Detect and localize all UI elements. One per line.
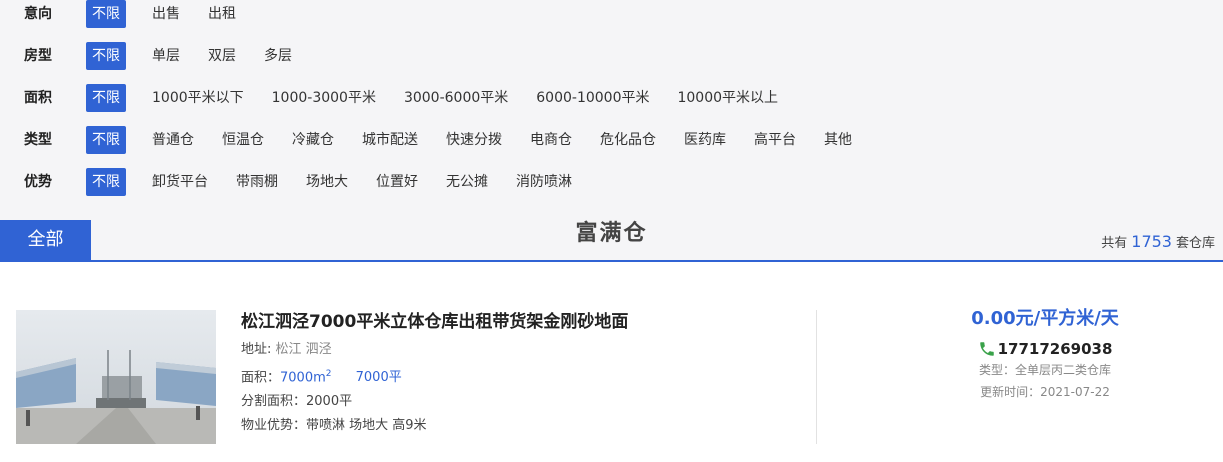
filter-label: 面积 [24, 90, 52, 106]
filter-option[interactable]: 危化品仓 [600, 126, 656, 154]
filter-option[interactable]: 城市配送 [362, 126, 418, 154]
area-unit-sup: 2 [325, 369, 332, 379]
listing-title[interactable]: 松江泗泾7000平米立体仓库出租带货架金刚砂地面 [241, 310, 628, 334]
advantages-value: 带喷淋 场地大 高9米 [306, 418, 427, 434]
filter-option[interactable]: 高平台 [754, 126, 796, 154]
listing-updated: 更新时间：2021-07-22 [980, 385, 1110, 399]
filter-label: 意向 [24, 6, 52, 22]
filter-option[interactable]: 恒温仓 [222, 126, 264, 154]
area-alt: 7000平 [355, 370, 402, 386]
filter-option[interactable]: 无公摊 [446, 168, 488, 196]
filter-option[interactable]: 单层 [152, 42, 180, 70]
area-value: 7000m [280, 370, 326, 386]
filter-option-any[interactable]: 不限 [86, 126, 126, 154]
count-number: 1753 [1131, 232, 1172, 251]
listing-advantages: 物业优势：带喷淋 场地大 高9米 [241, 418, 427, 434]
filter-option[interactable]: 冷藏仓 [292, 126, 334, 154]
count-prefix: 共有 [1101, 236, 1128, 251]
filter-row-type: 类型 不限 普通仓 恒温仓 冷藏仓 城市配送 快速分拨 电商仓 危化品仓 医药库… [0, 126, 1223, 154]
count-suffix: 套仓库 [1175, 236, 1215, 251]
filter-row-advantage: 优势 不限 卸货平台 带雨棚 场地大 位置好 无公摊 消防喷淋 [0, 168, 1223, 196]
filter-label: 优势 [24, 174, 52, 190]
address-value: 松江 泗泾 [275, 342, 332, 357]
filter-row-intent: 意向 不限 出售 出租 [0, 0, 1223, 28]
phone-number: 17717269038 [997, 340, 1113, 358]
result-count: 共有 1753 套仓库 [1101, 232, 1215, 251]
filter-option[interactable]: 3000-6000平米 [404, 84, 508, 112]
filter-option[interactable]: 场地大 [306, 168, 348, 196]
listing-card[interactable]: 松江泗泾7000平米立体仓库出租带货架金刚砂地面 地址: 松江 泗泾 面积：70… [0, 262, 1223, 462]
divider [816, 310, 817, 444]
filter-option[interactable]: 普通仓 [152, 126, 194, 154]
filter-row-area: 面积 不限 1000平米以下 1000-3000平米 3000-6000平米 6… [0, 84, 1223, 112]
filter-option[interactable]: 位置好 [376, 168, 418, 196]
filter-option-any[interactable]: 不限 [86, 0, 126, 28]
warehouse-photo-icon [16, 310, 216, 444]
filter-option-any[interactable]: 不限 [86, 42, 126, 70]
phone-icon [979, 342, 994, 356]
filter-option[interactable]: 10000平米以上 [677, 84, 778, 112]
listing-photo[interactable] [16, 310, 216, 444]
listing-area: 面积：7000m2 7000平 [241, 369, 402, 386]
listing-type: 类型：全单层丙二类仓库 [978, 363, 1111, 377]
filter-option[interactable]: 带雨棚 [236, 168, 278, 196]
filter-option[interactable]: 快速分拨 [446, 126, 502, 154]
brand-title: 富满仓 [575, 221, 648, 246]
filter-option[interactable]: 1000-3000平米 [272, 84, 376, 112]
listing-info: 松江泗泾7000平米立体仓库出租带货架金刚砂地面 地址: 松江 泗泾 面积：70… [241, 310, 628, 438]
filter-label: 房型 [24, 48, 52, 64]
filter-option[interactable]: 出售 [152, 0, 180, 28]
filter-option-any[interactable]: 不限 [86, 168, 126, 196]
filter-label: 类型 [24, 132, 52, 148]
listing-contact: 0.00元/平方米/天 17717269038 类型：全单层丙二类仓库 更新时间… [920, 306, 1170, 402]
filter-option[interactable]: 电商仓 [530, 126, 572, 154]
tab-all[interactable]: 全部 [0, 220, 91, 260]
filter-panel: 意向 不限 出售 出租 房型 不限 单层 双层 多层 面积 不限 1000平米以… [0, 0, 1223, 220]
filter-option[interactable]: 多层 [264, 42, 292, 70]
filter-option[interactable]: 双层 [208, 42, 236, 70]
split-area-value: 2000平 [306, 394, 353, 410]
results-tabbar: 全部 富满仓 共有 1753 套仓库 [0, 220, 1223, 262]
listing-price: 0.00元/平方米/天 [971, 308, 1119, 329]
listing-split-area: 分割面积：2000平 [241, 394, 353, 410]
listing-address: 地址: 松江 泗泾 [241, 342, 332, 357]
filter-option[interactable]: 医药库 [684, 126, 726, 154]
filter-option[interactable]: 6000-10000平米 [536, 84, 649, 112]
filter-option[interactable]: 消防喷淋 [516, 168, 572, 196]
filter-option[interactable]: 1000平米以下 [152, 84, 244, 112]
filter-option[interactable]: 其他 [824, 126, 852, 154]
filter-option[interactable]: 卸货平台 [152, 168, 208, 196]
listing-phone[interactable]: 17717269038 [920, 338, 1170, 360]
filter-option-any[interactable]: 不限 [86, 84, 126, 112]
filter-option[interactable]: 出租 [208, 0, 236, 28]
filter-row-layout: 房型 不限 单层 双层 多层 [0, 42, 1223, 70]
